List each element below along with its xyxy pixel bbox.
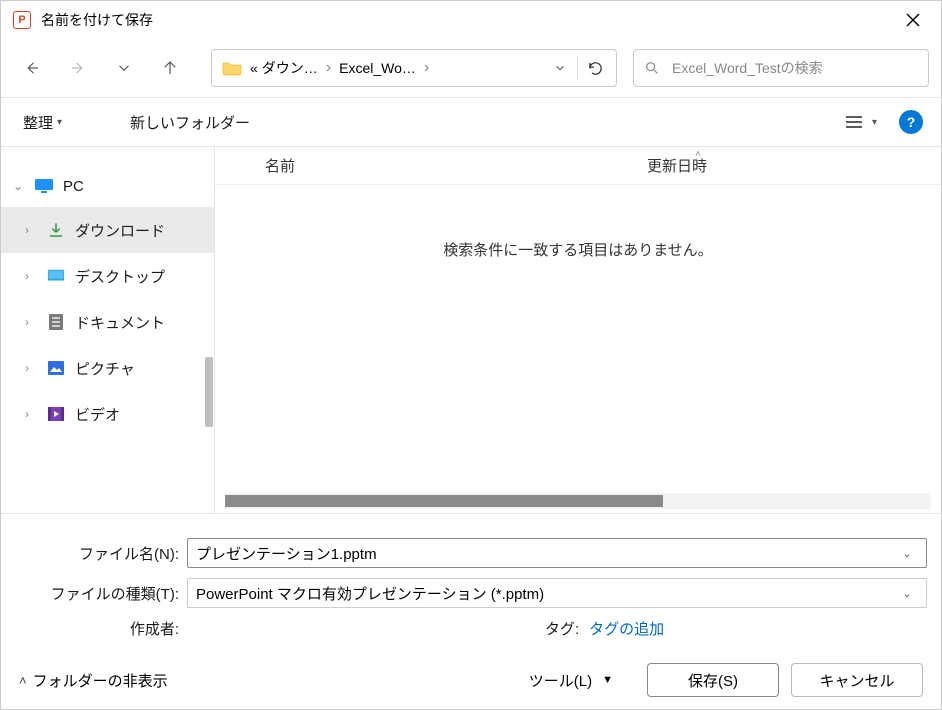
breadcrumb-part1[interactable]: ダウン… <box>260 58 320 78</box>
file-list: ˄ 名前 更新日時 検索条件に一致する項目はありません。 <box>215 147 941 513</box>
videos-icon <box>45 403 67 425</box>
tag-label: タグ: <box>545 618 579 639</box>
filetype-label: ファイルの種類(T): <box>15 583 187 604</box>
view-menu[interactable]: ▾ <box>840 110 881 134</box>
chevron-right-icon[interactable]: › <box>25 315 41 329</box>
filename-input[interactable]: プレゼンテーション1.pptm ⌄ <box>187 538 927 568</box>
breadcrumb-sep-icon: › <box>424 59 429 77</box>
folder-icon <box>222 60 242 76</box>
close-button[interactable] <box>891 1 935 39</box>
refresh-icon <box>587 60 604 77</box>
filetype-select[interactable]: PowerPoint マクロ有効プレゼンテーション (*.pptm) ⌄ <box>187 578 927 608</box>
tree-node-pictures[interactable]: › ピクチャ <box>1 345 214 391</box>
tree-label: ダウンロード <box>75 220 165 241</box>
tree-scrollbar[interactable] <box>205 357 213 427</box>
body: ⌄ PC › ダウンロード › デスクトップ › ドキュメント <box>1 147 941 513</box>
hide-folders-label: フォルダーの非表示 <box>33 670 168 691</box>
recent-button[interactable] <box>105 49 143 87</box>
path-dropdown-button[interactable] <box>543 51 577 85</box>
tree-panel: ⌄ PC › ダウンロード › デスクトップ › ドキュメント <box>1 147 215 513</box>
titlebar: P 名前を付けて保存 <box>1 1 941 39</box>
app-icon: P <box>13 11 31 29</box>
search-placeholder: Excel_Word_Testの検索 <box>672 58 823 78</box>
toolbar: 整理 ▾ 新しいフォルダー ▾ ? <box>1 98 941 146</box>
search-box[interactable]: Excel_Word_Testの検索 <box>633 49 929 87</box>
footer-form: ファイル名(N): プレゼンテーション1.pptm ⌄ ファイルの種類(T): … <box>1 514 941 651</box>
column-date[interactable]: 更新日時 <box>635 155 941 176</box>
cancel-label: キャンセル <box>819 670 894 691</box>
download-icon <box>45 219 67 241</box>
cancel-button[interactable]: キャンセル <box>791 663 923 697</box>
up-button[interactable] <box>151 49 189 87</box>
help-icon: ? <box>907 114 916 130</box>
desktop-icon <box>45 265 67 287</box>
refresh-button[interactable] <box>578 51 612 85</box>
tree-node-downloads[interactable]: › ダウンロード <box>1 207 214 253</box>
author-label: 作成者: <box>15 618 187 639</box>
documents-icon <box>45 311 67 333</box>
tree-node-videos[interactable]: › ビデオ <box>1 391 214 437</box>
tools-label: ツール(L) <box>529 670 592 691</box>
path-box[interactable]: « ダウン… › Excel_Wo… › <box>211 49 617 87</box>
arrow-left-icon <box>23 59 41 77</box>
chevron-down-icon <box>553 61 567 75</box>
list-header: ˄ 名前 更新日時 <box>215 147 941 185</box>
window-title: 名前を付けて保存 <box>41 10 891 30</box>
filename-label: ファイル名(N): <box>15 543 187 564</box>
bottom-bar: ˄ フォルダーの非表示 ツール(L) ▼ 保存(S) キャンセル <box>1 651 941 709</box>
tree-label: ピクチャ <box>75 358 135 379</box>
chevron-down-icon: ▾ <box>57 117 62 128</box>
filetype-value: PowerPoint マクロ有効プレゼンテーション (*.pptm) <box>196 583 896 604</box>
list-view-icon <box>844 114 864 130</box>
tree-label: PC <box>63 178 84 195</box>
chevron-down-icon[interactable]: ⌄ <box>13 179 29 193</box>
chevron-down-icon: ▼ <box>602 674 613 686</box>
organize-menu[interactable]: 整理 ▾ <box>19 108 66 137</box>
chevron-down-icon <box>115 59 133 77</box>
breadcrumb-sep-icon: › <box>326 59 331 77</box>
tree-label: デスクトップ <box>75 266 165 287</box>
forward-button[interactable] <box>59 49 97 87</box>
close-icon <box>906 13 920 27</box>
breadcrumb-prefix: « <box>248 60 260 76</box>
breadcrumb-part2[interactable]: Excel_Wo… <box>337 60 418 76</box>
new-folder-button[interactable]: 新しいフォルダー <box>126 108 254 137</box>
chevron-right-icon[interactable]: › <box>25 361 41 375</box>
tree-label: ビデオ <box>75 404 120 425</box>
pc-icon <box>33 175 55 197</box>
filename-value: プレゼンテーション1.pptm <box>196 543 896 564</box>
chevron-down-icon[interactable]: ⌄ <box>896 547 918 560</box>
help-button[interactable]: ? <box>899 110 923 134</box>
chevron-down-icon: ▾ <box>872 117 877 128</box>
save-button[interactable]: 保存(S) <box>647 663 779 697</box>
hide-folders-toggle[interactable]: ˄ フォルダーの非表示 <box>19 670 168 691</box>
list-empty-message: 検索条件に一致する項目はありません。 <box>215 185 941 493</box>
save-label: 保存(S) <box>688 670 738 691</box>
tree-label: ドキュメント <box>75 312 165 333</box>
tools-menu[interactable]: ツール(L) ▼ <box>529 670 613 691</box>
horizontal-scrollbar[interactable] <box>225 493 931 509</box>
chevron-right-icon[interactable]: › <box>25 223 41 237</box>
chevron-right-icon[interactable]: › <box>25 407 41 421</box>
arrow-right-icon <box>69 59 87 77</box>
column-name[interactable]: 名前 <box>215 155 635 176</box>
tag-add-link[interactable]: タグの追加 <box>589 618 664 639</box>
chevron-up-icon: ˄ <box>19 673 27 688</box>
chevron-down-icon[interactable]: ⌄ <box>896 587 918 600</box>
chevron-right-icon[interactable]: › <box>25 269 41 283</box>
tree-node-pc[interactable]: ⌄ PC <box>1 165 214 207</box>
back-button[interactable] <box>13 49 51 87</box>
tree-node-desktop[interactable]: › デスクトップ <box>1 253 214 299</box>
organize-label: 整理 <box>23 112 53 133</box>
new-folder-label: 新しいフォルダー <box>130 112 250 133</box>
tree-node-documents[interactable]: › ドキュメント <box>1 299 214 345</box>
sort-indicator-icon: ˄ <box>695 149 701 160</box>
navbar: « ダウン… › Excel_Wo… › Excel_Word_Testの検索 <box>1 39 941 97</box>
pictures-icon <box>45 357 67 379</box>
search-icon <box>644 60 660 76</box>
arrow-up-icon <box>161 59 179 77</box>
